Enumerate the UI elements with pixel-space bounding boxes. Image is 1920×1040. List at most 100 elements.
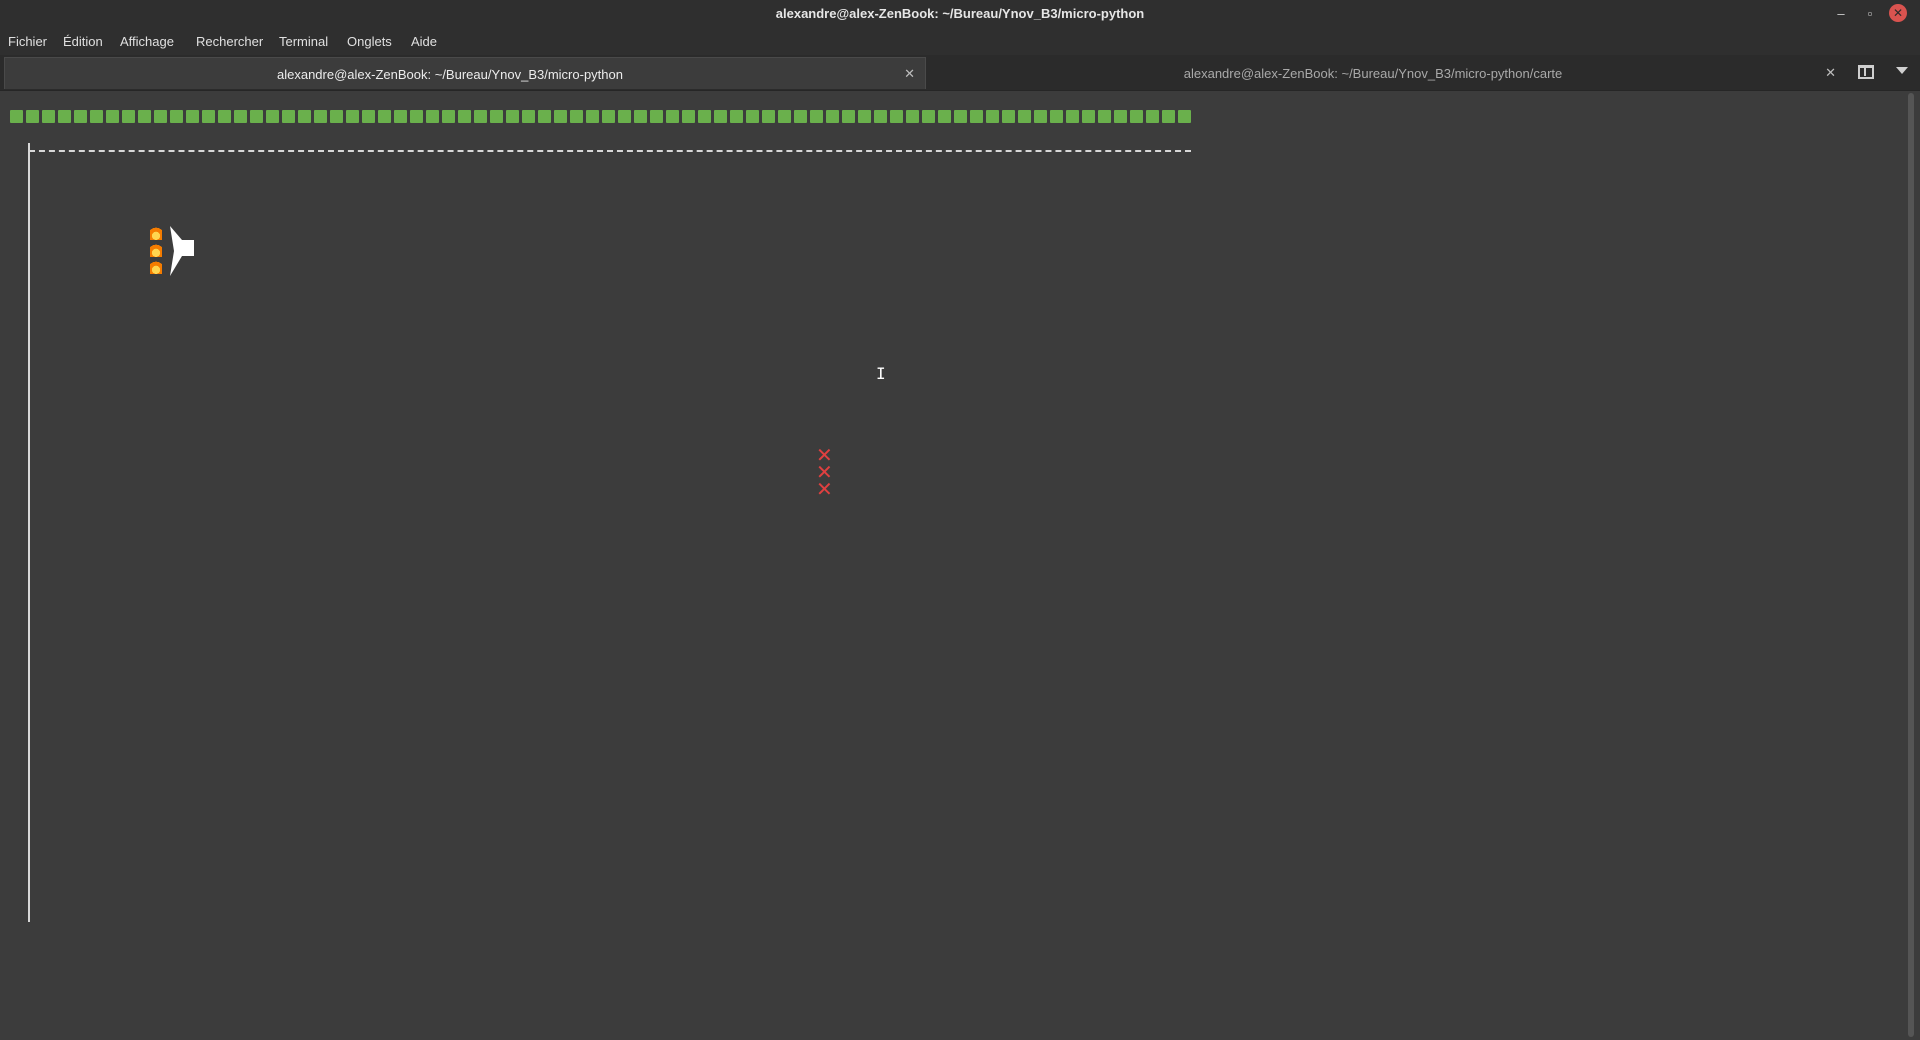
health-block [314,110,327,123]
health-block [522,110,535,123]
tab-title: alexandre@alex-ZenBook: ~/Bureau/Ynov_B3… [277,67,623,82]
health-block [474,110,487,123]
health-block [74,110,87,123]
health-block [666,110,679,123]
health-block [906,110,919,123]
health-block [826,110,839,123]
health-block [954,110,967,123]
health-block [1034,110,1047,123]
health-block [1178,110,1191,123]
health-block [554,110,567,123]
health-block [394,110,407,123]
tab-list-dropdown-icon[interactable] [1896,67,1908,74]
window-title: alexandre@alex-ZenBook: ~/Bureau/Ynov_B3… [775,6,1145,21]
health-bar [10,110,1194,123]
menu-rechercher[interactable]: Rechercher [196,34,263,49]
health-block [186,110,199,123]
health-block [298,110,311,123]
health-block [266,110,279,123]
health-block [122,110,135,123]
health-block [378,110,391,123]
health-block [218,110,231,123]
health-block [890,110,903,123]
health-block [26,110,39,123]
ship-icon [170,226,194,276]
game-border-left [28,143,30,922]
health-block [426,110,439,123]
health-block [586,110,599,123]
health-block [602,110,615,123]
health-block [506,110,519,123]
terminal-area[interactable] [0,91,1910,1040]
tab-micro-python[interactable]: alexandre@alex-ZenBook: ~/Bureau/Ynov_B3… [4,57,926,89]
health-block [634,110,647,123]
health-block [1114,110,1127,123]
health-block [138,110,151,123]
close-window-button[interactable]: ✕ [1889,4,1907,22]
tab-title: alexandre@alex-ZenBook: ~/Bureau/Ynov_B3… [1183,66,1563,81]
health-block [410,110,423,123]
menu-aide[interactable]: Aide [411,34,437,49]
health-block [650,110,663,123]
health-block [1082,110,1095,123]
game-border-top [29,150,1191,152]
menu-affichage[interactable]: Affichage [120,34,174,49]
tab-close-icon[interactable]: ✕ [904,66,915,82]
health-block [1162,110,1175,123]
health-block [970,110,983,123]
health-block [986,110,999,123]
health-block [1018,110,1031,123]
health-block [1098,110,1111,123]
health-block [250,110,263,123]
menu-bar: Fichier Édition Affichage Rechercher Ter… [0,28,1920,55]
health-block [90,110,103,123]
fire-icon [150,226,162,240]
health-block [810,110,823,123]
cross-mark-icon: ✕ [816,477,833,501]
health-block [1130,110,1143,123]
health-block [1050,110,1063,123]
health-block [282,110,295,123]
menu-onglets[interactable]: Onglets [347,34,392,49]
health-block [842,110,855,123]
health-block [746,110,759,123]
new-tab-icon[interactable] [1858,65,1874,79]
health-block [170,110,183,123]
health-block [714,110,727,123]
fire-icon [150,243,162,257]
health-block [42,110,55,123]
scrollbar[interactable] [1908,93,1914,1037]
tab-close-icon[interactable]: ✕ [1825,65,1836,81]
health-block [458,110,471,123]
health-block [442,110,455,123]
health-block [618,110,631,123]
enemy-group: ✕ ✕ ✕ [816,445,833,501]
health-block [1066,110,1079,123]
text-cursor-icon: I [876,364,886,383]
minimize-button[interactable]: – [1830,4,1852,24]
health-block [778,110,791,123]
menu-terminal[interactable]: Terminal [279,34,328,49]
health-block [794,110,807,123]
health-block [106,110,119,123]
menu-fichier[interactable]: Fichier [8,34,47,49]
health-block [362,110,375,123]
health-block [762,110,775,123]
tab-bar: alexandre@alex-ZenBook: ~/Bureau/Ynov_B3… [0,55,1920,91]
health-block [570,110,583,123]
thrusters [150,226,170,277]
health-block [1002,110,1015,123]
health-block [538,110,551,123]
health-block [922,110,935,123]
maximize-button[interactable]: ▫ [1859,4,1881,24]
health-block [490,110,503,123]
title-bar: alexandre@alex-ZenBook: ~/Bureau/Ynov_B3… [0,0,1920,28]
menu-edition[interactable]: Édition [63,34,103,49]
health-block [1146,110,1159,123]
health-block [234,110,247,123]
health-block [938,110,951,123]
health-block [874,110,887,123]
tab-carte[interactable]: alexandre@alex-ZenBook: ~/Bureau/Ynov_B3… [930,57,1846,89]
health-block [858,110,871,123]
health-block [682,110,695,123]
